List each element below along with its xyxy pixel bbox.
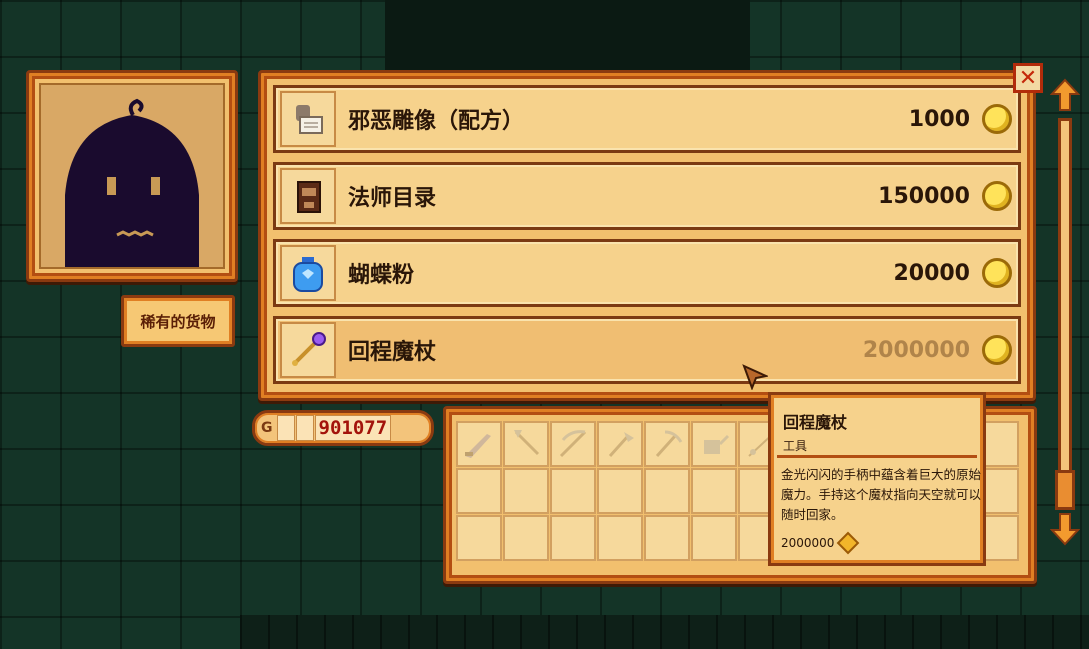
background-doorway	[385, 0, 750, 70]
inventory-slot[interactable]	[550, 421, 596, 467]
inventory-slot[interactable]	[597, 515, 643, 561]
item-name: 法师目录	[348, 186, 437, 211]
inventory-slot[interactable]	[456, 515, 502, 561]
coin-icon	[837, 531, 860, 555]
butterfly-powder-icon	[280, 245, 336, 301]
item-price: 1000	[908, 106, 970, 132]
rare-goods-label: 稀有的货物	[121, 295, 235, 347]
item-price: 150000	[878, 183, 970, 209]
return-scepter-icon	[280, 322, 336, 378]
inventory-slot[interactable]	[503, 468, 549, 514]
item-price: 20000	[893, 260, 970, 286]
tooltip-price-value: 2000000	[781, 536, 835, 550]
inventory-slot[interactable]	[456, 468, 502, 514]
inventory-slot[interactable]	[644, 468, 690, 514]
scythe-icon	[559, 430, 587, 458]
inventory-slot[interactable]	[644, 515, 690, 561]
inventory-slot[interactable]	[503, 515, 549, 561]
gold-coin-icon	[982, 258, 1012, 288]
gold-coin-icon	[982, 335, 1012, 365]
inventory-slot[interactable]	[691, 515, 737, 561]
shop-item-row[interactable]: 回程魔杖 2000000	[273, 316, 1021, 384]
close-button[interactable]: ✕	[1013, 63, 1043, 93]
inventory-slot[interactable]	[550, 515, 596, 561]
shadow-merchant-icon	[65, 98, 199, 267]
inventory-slot[interactable]	[691, 421, 737, 467]
arrow-up-icon	[1049, 78, 1081, 111]
catalogue-icon	[280, 168, 336, 224]
item-name: 回程魔杖	[348, 340, 437, 365]
axe-icon	[608, 432, 634, 458]
scroll-down-button[interactable]	[1049, 512, 1081, 546]
scrollbar-track[interactable]	[1058, 118, 1072, 508]
inventory-slot[interactable]	[550, 468, 596, 514]
inventory-slot[interactable]	[597, 468, 643, 514]
money-counter: 0 0 901077	[276, 415, 393, 441]
sword-icon	[465, 434, 491, 458]
inventory-slot[interactable]	[644, 421, 690, 467]
pickaxe-icon	[655, 430, 683, 458]
money-value: 901077	[314, 415, 392, 441]
merchant-portrait	[39, 83, 225, 269]
scrollbar-thumb[interactable]	[1055, 470, 1075, 510]
inventory-slot[interactable]	[597, 421, 643, 467]
money-display: G 0 0 901077	[252, 410, 434, 446]
gold-coin-icon	[982, 181, 1012, 211]
watering-can-icon	[704, 434, 730, 454]
inventory-slot[interactable]	[503, 421, 549, 467]
shop-item-row[interactable]: 蝴蝶粉 20000	[273, 239, 1021, 307]
shop-panel: 邪恶雕像（配方） 1000 法师目录 150000 蝴蝶粉 20000 回程魔杖…	[258, 70, 1036, 401]
inventory-slot[interactable]	[456, 421, 502, 467]
item-name: 蝴蝶粉	[348, 263, 415, 288]
gold-prefix: G	[261, 420, 273, 436]
item-price: 2000000	[862, 337, 970, 363]
arrow-down-icon	[1049, 513, 1081, 546]
scroll-up-button[interactable]	[1049, 78, 1081, 112]
item-name: 邪恶雕像（配方）	[348, 109, 525, 134]
money-digit-blank: 0	[276, 415, 295, 441]
inventory-slot[interactable]	[691, 468, 737, 514]
tooltip-header: 回程魔杖 工具	[777, 401, 977, 458]
tooltip-description: 金光闪闪的手柄中蕴含着巨大的原始魔力。手持这个魔杖指向天空就可以随时回家。	[781, 467, 982, 522]
tooltip-type: 工具	[783, 439, 808, 453]
gold-coin-icon	[982, 104, 1012, 134]
tooltip-price: 2000000	[781, 531, 860, 555]
money-digit-blank: 0	[295, 415, 314, 441]
statue-recipe-icon	[280, 91, 336, 147]
item-tooltip: 回程魔杖 工具 金光闪闪的手柄中蕴含着巨大的原始魔力。手持这个魔杖指向天空就可以…	[768, 392, 986, 566]
shop-item-row[interactable]: 法师目录 150000	[273, 162, 1021, 230]
hoe-icon	[514, 430, 540, 456]
tooltip-title: 回程魔杖	[783, 413, 848, 432]
merchant-portrait-frame	[26, 70, 238, 282]
background-floor	[240, 615, 1089, 649]
mouse-cursor-icon	[742, 364, 770, 394]
shop-item-row[interactable]: 邪恶雕像（配方） 1000	[273, 85, 1021, 153]
